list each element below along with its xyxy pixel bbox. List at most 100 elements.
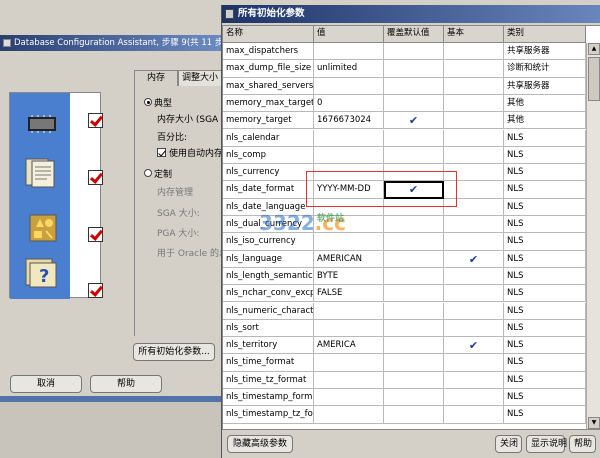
table-row[interactable]: nls_numeric_charact... NLS — [223, 302, 600, 320]
column-header-category[interactable]: 类别 — [504, 26, 586, 43]
override-default-cell[interactable] — [384, 146, 444, 165]
basic-cell — [444, 129, 504, 147]
param-value-cell[interactable]: unlimited — [314, 60, 384, 78]
param-name-cell: max_shared_servers — [223, 77, 314, 95]
override-default-cell[interactable] — [384, 337, 444, 355]
basic-cell — [444, 389, 504, 407]
table-row[interactable]: nls_length_semantics BYTE NLS — [223, 267, 600, 286]
param-value-cell[interactable]: FALSE — [314, 285, 384, 303]
column-header-override[interactable]: 覆盖默认值 — [384, 26, 444, 43]
param-value-cell[interactable] — [314, 354, 384, 372]
param-value-cell[interactable]: AMERICAN — [314, 250, 384, 268]
auto-memory-label: 使用自动内存 — [169, 149, 224, 159]
help-button[interactable]: 帮助 — [90, 375, 162, 393]
param-value-cell[interactable] — [314, 233, 384, 251]
override-default-cell[interactable] — [384, 60, 444, 78]
table-row[interactable]: nls_territory AMERICA ✔ NLS — [223, 337, 600, 355]
param-value-cell[interactable] — [314, 406, 384, 424]
param-value-cell[interactable] — [314, 146, 384, 165]
table-row[interactable]: nls_time_tz_format NLS — [223, 371, 600, 389]
table-row[interactable]: nls_timestamp_format NLS — [223, 389, 600, 407]
override-default-cell[interactable] — [384, 319, 444, 338]
column-header-name[interactable]: 名称 — [223, 26, 314, 43]
column-header-value[interactable]: 值 — [314, 26, 384, 43]
table-row[interactable]: nls_calendar NLS — [223, 129, 600, 147]
step-check-icon — [88, 227, 103, 242]
override-default-cell[interactable] — [384, 129, 444, 147]
param-name-cell: memory_max_target — [223, 94, 314, 113]
param-value-cell[interactable] — [314, 319, 384, 338]
scroll-down-icon[interactable]: ▼ — [588, 417, 600, 429]
param-value-cell[interactable]: 0 — [314, 94, 384, 113]
table-row[interactable]: max_dump_file_size unlimited 诊断和统计 — [223, 60, 600, 78]
table-row[interactable]: nls_language AMERICAN ✔ NLS — [223, 250, 600, 268]
scroll-up-icon[interactable]: ▲ — [588, 43, 600, 55]
table-row[interactable]: nls_comp NLS — [223, 146, 600, 165]
typical-radio[interactable] — [144, 98, 152, 106]
dialog-titlebar: 所有初始化参数 — [222, 5, 600, 23]
custom-radio[interactable] — [144, 169, 152, 177]
override-default-cell[interactable] — [384, 406, 444, 424]
override-default-cell[interactable] — [384, 77, 444, 95]
override-default-cell[interactable] — [384, 216, 444, 234]
category-cell: NLS — [504, 198, 586, 216]
tab-memory[interactable]: 内存 — [134, 70, 178, 86]
cancel-button[interactable]: 取消 — [10, 375, 82, 393]
override-default-cell[interactable] — [384, 233, 444, 251]
table-row[interactable]: nls_iso_currency NLS — [223, 233, 600, 251]
override-default-cell[interactable] — [384, 250, 444, 268]
category-cell: 其他 — [504, 112, 586, 130]
show-description-button[interactable]: 显示说明 — [526, 435, 567, 453]
all-init-params-button[interactable]: 所有初始化参数... — [133, 343, 215, 361]
table-row[interactable]: nls_time_format NLS — [223, 354, 600, 372]
param-value-cell[interactable] — [314, 43, 384, 61]
override-default-cell[interactable] — [384, 285, 444, 303]
param-name-cell: nls_date_format — [223, 181, 314, 199]
column-header-basic[interactable]: 基本 — [444, 26, 504, 43]
hide-advanced-params-button[interactable]: 隐藏高级参数 — [227, 435, 293, 453]
basic-cell — [444, 94, 504, 113]
param-value-cell[interactable] — [314, 77, 384, 95]
basic-cell — [444, 285, 504, 303]
table-row[interactable]: memory_target 1676673024 ✔ 其他 — [223, 112, 600, 130]
table-row[interactable]: nls_nchar_conv_excp FALSE NLS — [223, 285, 600, 303]
param-name-cell: memory_target — [223, 112, 314, 130]
table-row[interactable]: nls_sort NLS — [223, 319, 600, 338]
table-row[interactable]: memory_max_target 0 其他 — [223, 94, 600, 113]
dialog-help-button[interactable]: 帮助 — [569, 435, 596, 453]
override-default-cell[interactable] — [384, 389, 444, 407]
override-default-cell[interactable] — [384, 267, 444, 286]
override-default-cell[interactable] — [384, 354, 444, 372]
param-value-cell[interactable] — [314, 129, 384, 147]
category-cell: NLS — [504, 302, 586, 320]
table-row[interactable]: nls_timestamp_tz_fo... NLS — [223, 406, 600, 424]
param-value-cell[interactable]: 1676673024 — [314, 112, 384, 130]
category-cell: NLS — [504, 146, 586, 165]
override-default-cell[interactable] — [384, 94, 444, 113]
param-value-cell[interactable]: BYTE — [314, 267, 384, 286]
step-check-icon — [88, 170, 103, 185]
scrollbar-thumb[interactable] — [588, 57, 600, 101]
category-cell: NLS — [504, 285, 586, 303]
category-cell: 共享服务器 — [504, 43, 586, 61]
param-value-cell[interactable]: AMERICA — [314, 337, 384, 355]
table-row[interactable]: max_shared_servers 共享服务器 — [223, 77, 600, 95]
param-value-cell[interactable] — [314, 302, 384, 320]
override-default-cell[interactable]: ✔ — [384, 112, 444, 130]
vertical-scrollbar[interactable]: ▲ ▼ — [586, 43, 600, 429]
annotation-highlight — [306, 171, 457, 207]
step-check-icon — [88, 283, 103, 298]
auto-memory-checkbox[interactable] — [157, 148, 166, 157]
category-cell: NLS — [504, 233, 586, 251]
param-value-cell[interactable] — [314, 389, 384, 407]
close-button[interactable]: 关闭 — [495, 435, 522, 453]
param-value-cell[interactable] — [314, 371, 384, 389]
override-default-cell[interactable] — [384, 371, 444, 389]
step-check-icon — [88, 113, 103, 128]
category-cell: NLS — [504, 267, 586, 286]
override-default-cell[interactable] — [384, 302, 444, 320]
override-default-cell[interactable] — [384, 43, 444, 61]
app-icon — [3, 39, 11, 47]
table-row[interactable]: max_dispatchers 共享服务器 — [223, 43, 600, 61]
tab-sizing[interactable]: 调整大小 — [178, 70, 222, 86]
